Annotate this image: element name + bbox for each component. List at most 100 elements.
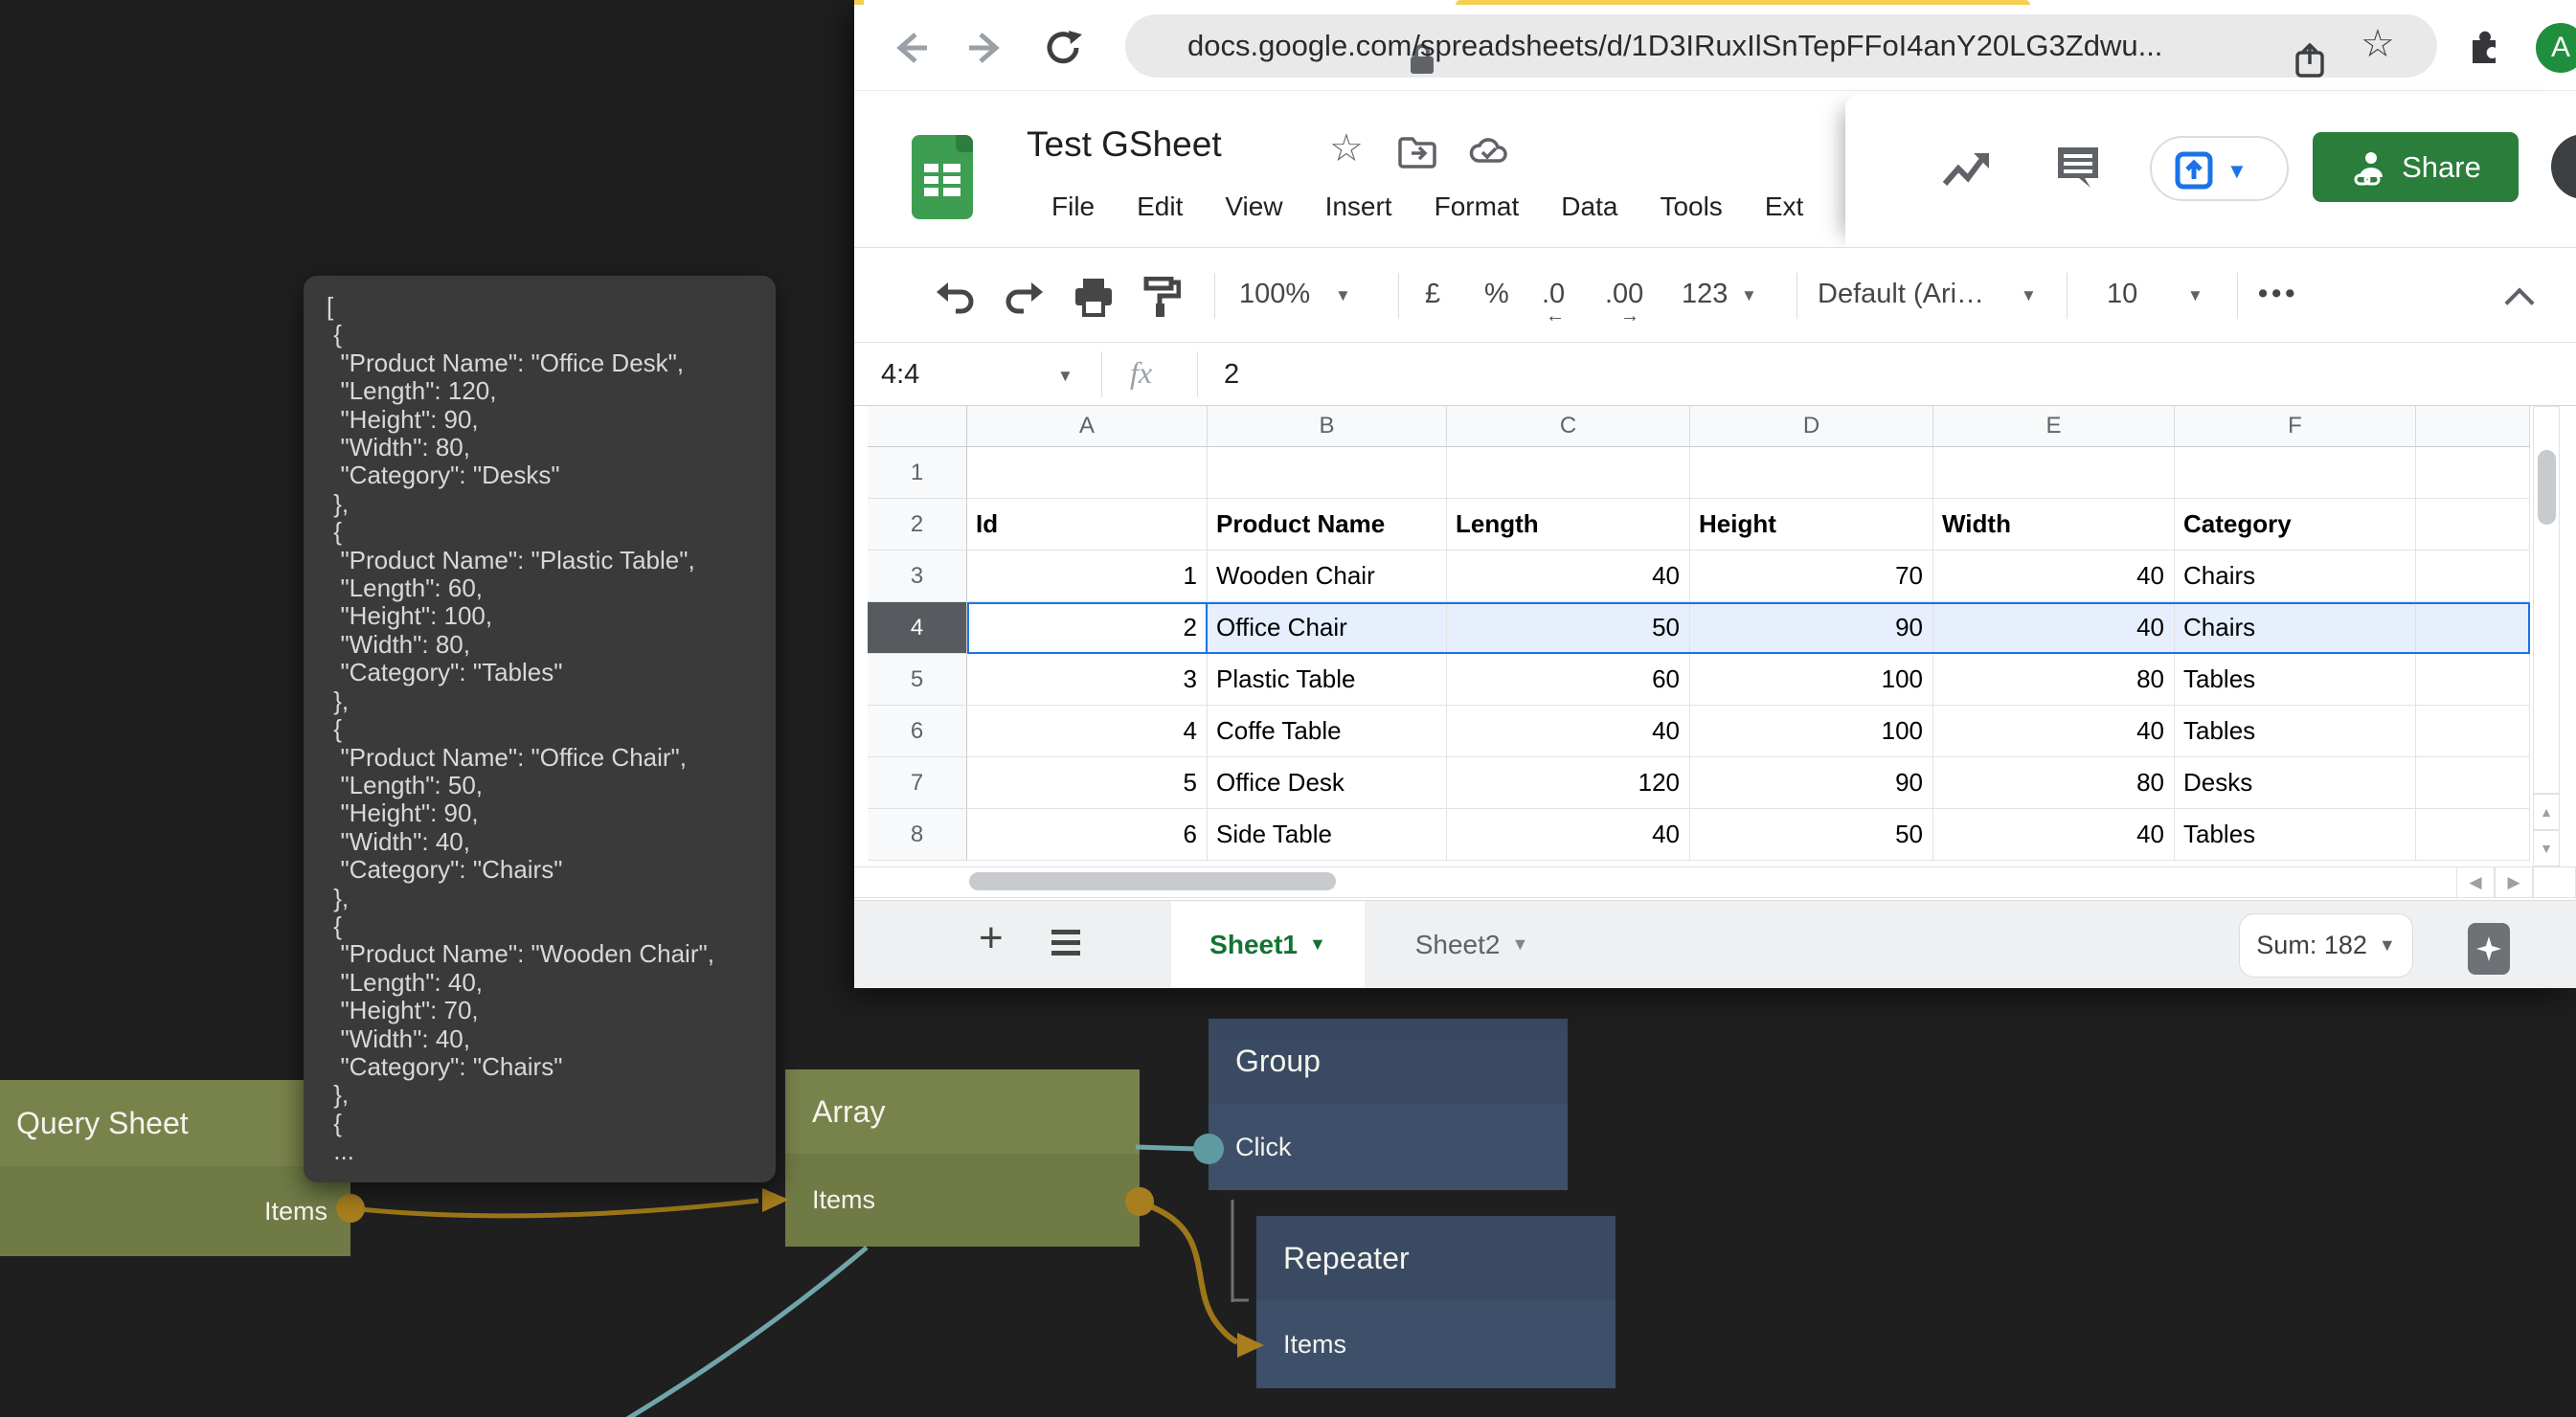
select-all-corner[interactable]: [868, 406, 967, 447]
cell-D4[interactable]: 90: [1690, 602, 1933, 654]
cell-B7[interactable]: Office Desk: [1208, 757, 1447, 809]
cell-F5[interactable]: Tables: [2175, 654, 2416, 706]
cell-G2[interactable]: [2416, 499, 2530, 551]
cell-A3[interactable]: 1: [967, 551, 1208, 602]
cell-F4[interactable]: Chairs: [2175, 602, 2416, 654]
col-header-A[interactable]: A: [967, 406, 1208, 447]
cell-F3[interactable]: Chairs: [2175, 551, 2416, 602]
undo-icon[interactable]: [935, 277, 975, 315]
tab-sheet2[interactable]: Sheet2 ▼: [1390, 901, 1553, 988]
menu-file[interactable]: File: [1051, 191, 1095, 222]
cell-G4[interactable]: [2416, 602, 2530, 654]
cell-E2[interactable]: Width: [1933, 499, 2175, 551]
zoom-select[interactable]: 100%: [1239, 279, 1310, 310]
cell-A4[interactable]: 2: [967, 602, 1208, 654]
formula-input[interactable]: 2: [1224, 359, 1239, 391]
node-array-header[interactable]: Array: [785, 1069, 1140, 1154]
browser-profile-avatar[interactable]: A: [2536, 23, 2576, 73]
cell-G1[interactable]: [2416, 447, 2530, 499]
col-header-B[interactable]: B: [1208, 406, 1447, 447]
cell-B2[interactable]: Product Name: [1208, 499, 1447, 551]
cell-D6[interactable]: 100: [1690, 706, 1933, 757]
row-header-8[interactable]: 8: [868, 809, 967, 861]
horizontal-scrollbar-thumb[interactable]: [969, 872, 1336, 890]
cell-A8[interactable]: 6: [967, 809, 1208, 861]
node-group-header[interactable]: Group: [1209, 1019, 1568, 1104]
move-to-folder-icon[interactable]: [1398, 136, 1436, 169]
cell-B4[interactable]: Office Chair: [1208, 602, 1447, 654]
sheets-profile-avatar[interactable]: [2551, 134, 2576, 199]
cell-D7[interactable]: 90: [1690, 757, 1933, 809]
menu-data[interactable]: Data: [1561, 191, 1617, 222]
scroll-right-button[interactable]: ▶: [2495, 866, 2533, 898]
cell-B3[interactable]: Wooden Chair: [1208, 551, 1447, 602]
menu-insert[interactable]: Insert: [1325, 191, 1392, 222]
url-text[interactable]: docs.google.com/spreadsheets/d/1D3IRuxIl…: [1187, 29, 2162, 63]
explore-button[interactable]: [2468, 923, 2510, 975]
cell-E8[interactable]: 40: [1933, 809, 2175, 861]
paint-format-icon[interactable]: [1142, 277, 1181, 319]
format-percent-button[interactable]: %: [1484, 279, 1509, 310]
cell-D8[interactable]: 50: [1690, 809, 1933, 861]
cell-B5[interactable]: Plastic Table: [1208, 654, 1447, 706]
activity-trend-icon[interactable]: [1941, 147, 1991, 190]
cloud-saved-icon[interactable]: [1469, 134, 1509, 169]
menu-edit[interactable]: Edit: [1137, 191, 1183, 222]
cell-F2[interactable]: Category: [2175, 499, 2416, 551]
chevron-down-icon[interactable]: ▼: [2187, 286, 2203, 305]
node-repeater[interactable]: Repeater Items: [1256, 1216, 1616, 1388]
row-header-3[interactable]: 3: [868, 551, 967, 602]
cell-A5[interactable]: 3: [967, 654, 1208, 706]
col-header-F[interactable]: F: [2175, 406, 2416, 447]
scroll-down-button[interactable]: ▼: [2533, 830, 2560, 866]
cell-B8[interactable]: Side Table: [1208, 809, 1447, 861]
cell-G6[interactable]: [2416, 706, 2530, 757]
forward-icon[interactable]: [967, 29, 1006, 67]
node-query-sheet-header[interactable]: Query Sheet: [0, 1080, 350, 1166]
menu-format[interactable]: Format: [1435, 191, 1520, 222]
cell-F8[interactable]: Tables: [2175, 809, 2416, 861]
col-header-C[interactable]: C: [1447, 406, 1690, 447]
number-format-menu[interactable]: 123: [1682, 279, 1728, 310]
row-header-5[interactable]: 5: [868, 654, 967, 706]
add-sheet-button[interactable]: +: [979, 914, 1004, 962]
back-icon[interactable]: [891, 29, 929, 67]
scroll-up-button[interactable]: ▲: [2533, 794, 2560, 830]
row-header-7[interactable]: 7: [868, 757, 967, 809]
redo-icon[interactable]: [1005, 277, 1045, 315]
comments-icon[interactable]: [2054, 144, 2102, 191]
cell-F6[interactable]: Tables: [2175, 706, 2416, 757]
sum-indicator[interactable]: Sum: 182 ▼: [2239, 913, 2413, 978]
row-header-1[interactable]: 1: [868, 447, 967, 499]
cell-A6[interactable]: 4: [967, 706, 1208, 757]
more-toolbar-options[interactable]: •••: [2258, 279, 2298, 310]
cell-D3[interactable]: 70: [1690, 551, 1933, 602]
row-header-4[interactable]: 4: [868, 602, 967, 654]
node-repeater-header[interactable]: Repeater: [1256, 1216, 1616, 1300]
row-header-2[interactable]: 2: [868, 499, 967, 551]
cell-A1[interactable]: [967, 447, 1208, 499]
tab-sheet1[interactable]: Sheet1 ▼: [1171, 901, 1365, 988]
menu-ext[interactable]: Ext: [1765, 191, 1803, 222]
cell-B1[interactable]: [1208, 447, 1447, 499]
name-box[interactable]: 4:4: [881, 359, 919, 391]
col-header-E[interactable]: E: [1933, 406, 2175, 447]
vertical-scrollbar-thumb[interactable]: [2538, 450, 2556, 525]
cell-F1[interactable]: [2175, 447, 2416, 499]
cell-C3[interactable]: 40: [1447, 551, 1690, 602]
cell-B6[interactable]: Coffe Table: [1208, 706, 1447, 757]
bookmark-star-icon[interactable]: ☆: [2361, 22, 2395, 66]
chevron-down-icon[interactable]: ▼: [1741, 286, 1757, 305]
share-page-icon[interactable]: [2295, 43, 2328, 78]
chevron-down-icon[interactable]: ▼: [2021, 286, 2037, 305]
format-currency-button[interactable]: £: [1425, 279, 1440, 310]
cell-G5[interactable]: [2416, 654, 2530, 706]
star-document-icon[interactable]: ☆: [1329, 126, 1364, 170]
col-header-D[interactable]: D: [1690, 406, 1933, 447]
chevron-down-icon[interactable]: ▼: [1335, 286, 1351, 305]
reload-icon[interactable]: [1044, 29, 1082, 67]
extensions-puzzle-icon[interactable]: [2465, 27, 2503, 65]
font-select[interactable]: Default (Ari…: [1818, 279, 1984, 310]
collapse-toolbar-icon[interactable]: [2504, 287, 2534, 317]
cell-C2[interactable]: Length: [1447, 499, 1690, 551]
